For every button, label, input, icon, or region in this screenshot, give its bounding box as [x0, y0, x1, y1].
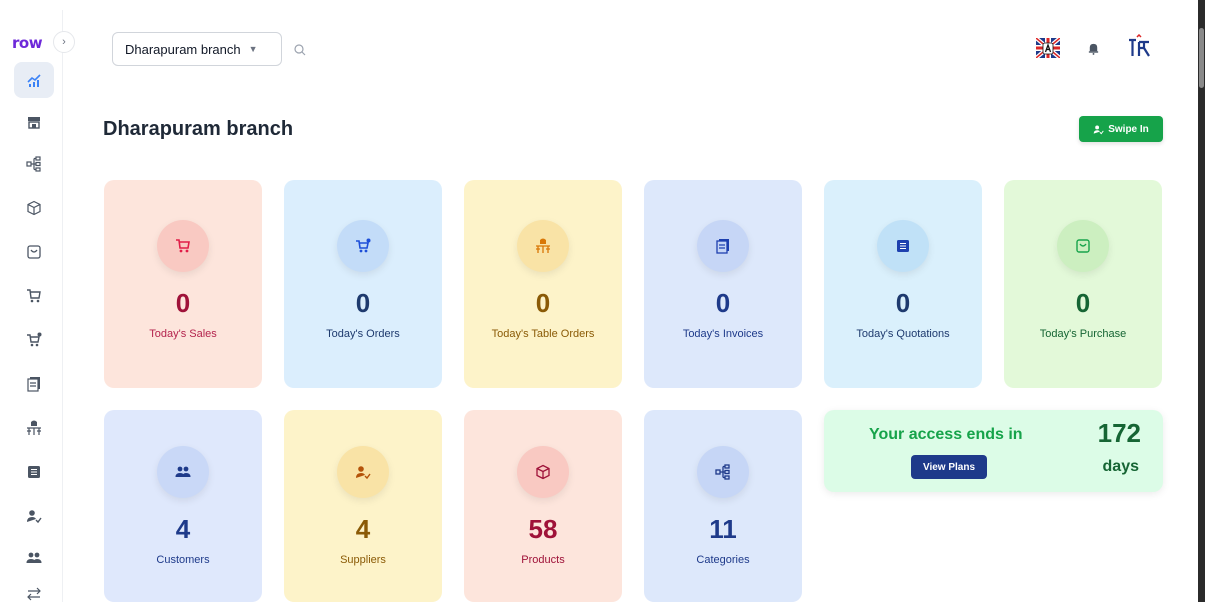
users-icon [26, 552, 42, 563]
sidebar-item-purchase[interactable] [14, 234, 54, 270]
english-flag-icon[interactable] [1036, 38, 1060, 58]
stat-icon [697, 446, 749, 498]
sidebar-item-table-orders[interactable] [14, 410, 54, 446]
table-icon [27, 420, 41, 435]
stat-card-categories[interactable]: 11 Categories [644, 410, 802, 602]
stat-label: Today's Quotations [856, 328, 950, 340]
sidebar-item-dashboard[interactable] [14, 62, 54, 98]
sidebar-item-orders[interactable] [14, 322, 54, 358]
stat-label: Customers [156, 554, 210, 566]
stat-card-today-quotations[interactable]: 0 Today's Quotations [824, 180, 982, 388]
sidebar-item-categories[interactable] [14, 146, 54, 182]
stat-icon [517, 220, 569, 272]
stat-icon [877, 220, 929, 272]
sidebar-item-customers[interactable] [14, 540, 54, 576]
document-icon [28, 466, 40, 478]
sidebar-item-store[interactable] [14, 104, 54, 140]
stat-icon [337, 220, 389, 272]
stat-label: Today's Purchase [1039, 328, 1127, 340]
store-icon [28, 117, 40, 129]
plan-days-remaining: 172 [1097, 418, 1141, 448]
stat-label: Products [521, 554, 565, 566]
stat-icon [337, 446, 389, 498]
table-icon [536, 238, 550, 253]
cart-plus-icon [356, 238, 371, 253]
cart-icon [27, 289, 41, 303]
bell-icon[interactable] [1087, 42, 1100, 55]
bag-icon [1076, 239, 1090, 253]
sidebar-item-invoices[interactable] [14, 366, 54, 402]
stat-card-today-table-orders[interactable]: 0 Today's Table Orders [464, 180, 622, 388]
stat-value: 4 [355, 514, 371, 544]
stat-card-today-sales[interactable]: 0 Today's Sales [104, 180, 262, 388]
branch-select[interactable]: Dharapuram branch ▼ [112, 32, 282, 66]
bag-icon [27, 245, 41, 259]
scrollbar-thumb[interactable] [1199, 28, 1204, 88]
hierarchy-icon [26, 156, 41, 172]
sidebar-item-suppliers[interactable] [14, 498, 54, 534]
stat-card-products[interactable]: 58 Products [464, 410, 622, 602]
stat-card-customers[interactable]: 4 Customers [104, 410, 262, 602]
stat-value: 0 [355, 288, 371, 318]
cube-icon [536, 464, 550, 480]
top-bar: Dharapuram branch ▼ [63, 10, 1198, 84]
stat-card-today-purchase[interactable]: 0 Today's Purchase [1004, 180, 1162, 388]
sidebar-item-transfers[interactable] [14, 576, 54, 602]
stat-icon [157, 220, 209, 272]
user-check-icon [356, 466, 371, 480]
cube-icon [27, 200, 41, 216]
stat-card-today-invoices[interactable]: 0 Today's Invoices [644, 180, 802, 388]
stat-value: 0 [715, 288, 731, 318]
sidebar-item-sales[interactable] [14, 278, 54, 314]
swipe-in-label: Swipe In [1108, 123, 1149, 135]
stat-label: Today's Invoices [682, 328, 764, 340]
page-scrollbar[interactable] [1198, 0, 1205, 602]
hierarchy-icon [715, 464, 730, 480]
view-plans-button[interactable]: View Plans [911, 455, 987, 479]
stat-value: 4 [175, 514, 191, 544]
cart-plus-icon [27, 332, 42, 347]
stat-label: Suppliers [340, 554, 386, 566]
stat-label: Today's Table Orders [491, 328, 595, 340]
branch-select-value: Dharapuram branch [125, 41, 241, 57]
stat-label: Today's Sales [149, 328, 217, 340]
document-icon [897, 240, 909, 252]
swipe-in-button[interactable]: Swipe In [1079, 116, 1163, 142]
stat-card-today-orders[interactable]: 0 Today's Orders [284, 180, 442, 388]
page-title: Dharapuram branch [103, 118, 294, 140]
cart-icon [176, 239, 190, 253]
plan-days-label: days [1102, 458, 1139, 475]
sidebar: row [0, 10, 63, 602]
chart-icon [27, 74, 41, 87]
stat-icon [1057, 220, 1109, 272]
stat-value: 0 [895, 288, 911, 318]
stat-card-suppliers[interactable]: 4 Suppliers [284, 410, 442, 602]
stat-label: Categories [696, 554, 750, 566]
stat-value: 0 [175, 288, 191, 318]
sidebar-item-products[interactable] [14, 190, 54, 226]
stat-value: 0 [1075, 288, 1091, 318]
users-icon [175, 466, 191, 477]
app-logo[interactable]: row [12, 34, 43, 52]
stat-value: 11 [709, 514, 737, 544]
invoice-icon [716, 239, 729, 254]
search-icon[interactable] [293, 43, 307, 57]
stat-value: 0 [535, 288, 551, 318]
sidebar-collapse-button[interactable]: › [53, 31, 75, 53]
stat-icon [697, 220, 749, 272]
stat-icon [517, 446, 569, 498]
invoice-icon [27, 377, 40, 392]
avatar[interactable] [1127, 34, 1153, 60]
stat-label: Today's Orders [326, 328, 400, 340]
transfer-icon [27, 587, 41, 601]
user-check-icon [27, 510, 42, 524]
stat-icon [157, 446, 209, 498]
user-check-icon [1093, 125, 1104, 134]
chevron-down-icon: ▼ [248, 44, 258, 54]
plan-expiry-text: Your access ends in [869, 426, 1023, 443]
stat-value: 58 [528, 514, 558, 544]
plan-expiry-card: Your access ends in View Plans 172 days [824, 410, 1163, 492]
sidebar-item-quotations[interactable] [14, 454, 54, 490]
